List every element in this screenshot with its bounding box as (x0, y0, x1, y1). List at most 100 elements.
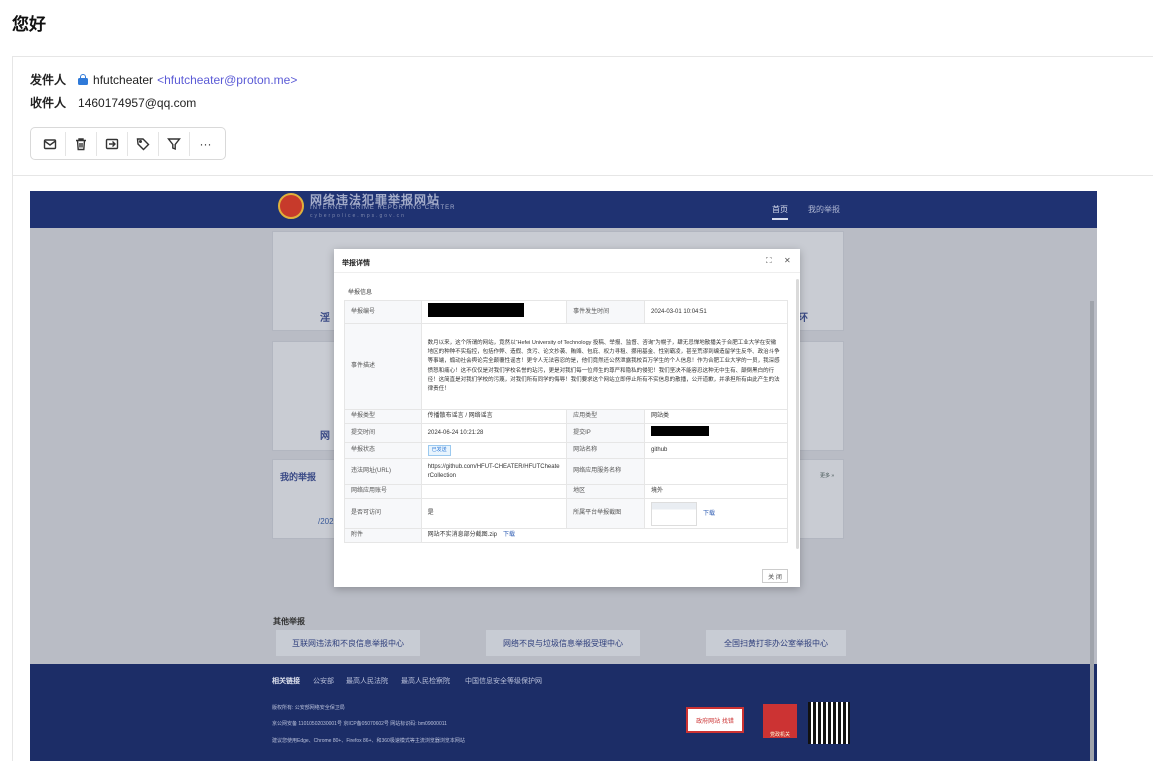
report-no-value (420, 300, 568, 324)
redacted-block (427, 303, 524, 317)
label-platform-screenshot: 所属平台举报截图 (566, 498, 646, 529)
site-domain: cyberpolice.mps.gov.cn (310, 213, 406, 219)
party-badge: 党政机关 (763, 704, 797, 738)
bg-my-reports: 我的举报 (280, 472, 317, 482)
footer-link-1: 公安部 (313, 678, 334, 685)
site-subtitle: INTERNET CRIME REPORTING CENTER (310, 205, 456, 211)
label-report-no: 举报编号 (344, 300, 422, 324)
to-label: 收件人 (30, 96, 67, 110)
region-value: 境外 (644, 484, 788, 499)
label-submit-time: 提交时间 (344, 423, 422, 443)
label-submit-ip: 提交IP (566, 423, 646, 443)
account-value (420, 484, 568, 499)
bg-label-1: 淫 (320, 313, 330, 324)
nav-my-reports: 我的举报 (808, 205, 840, 214)
more-button[interactable]: ··· (190, 132, 221, 156)
footer-browser-note: 建议您使用Edge、Chrome 80+、Firefox 86+、和360极速模… (272, 738, 465, 744)
section-title: 举报信息 (348, 290, 373, 296)
status-badge: 已发送 (427, 445, 451, 456)
table-row: 违法网址(URL) https://github.com/HFUT-CHEATE… (344, 458, 788, 485)
delete-button[interactable] (66, 131, 97, 156)
lock-icon (78, 74, 89, 85)
accessible-value: 是 (420, 498, 568, 529)
submit-ip-value (644, 423, 788, 443)
attachment-name: 网站不实消息部分截图.zip (427, 532, 498, 538)
table-row: 举报状态 已发送 网站名称 github (344, 442, 788, 459)
footer-copyright: 版权所有: 公安部网络安全保卫局 (272, 705, 345, 711)
app-type-value: 网站类 (644, 409, 788, 424)
nav-home: 首页 (772, 204, 788, 220)
table-row: 附件 网站不实消息部分截图.zip 下载 (344, 528, 789, 543)
status-cell: 已发送 (420, 442, 568, 459)
type-value: 传播散布谣言 / 网络谣言 (420, 409, 568, 424)
move-button[interactable] (97, 131, 128, 156)
report-detail-modal: 举报详情 ⛶ ✕ 举报信息 举报编号 事件发生时间 2024-03-01 10:… (334, 249, 800, 587)
sender-address[interactable]: <hfutcheater@proton.me> (157, 73, 297, 87)
site-footer: 相关链接 公安部 最高人民法院 最高人民检察院 中国信息安全等级保护网 版权所有… (30, 664, 1097, 761)
label-type: 举报类型 (344, 409, 422, 424)
label-status: 举报状态 (344, 442, 422, 459)
sender-name[interactable]: hfutcheater (93, 73, 153, 87)
reply-icon (43, 138, 57, 149)
download-link: 下载 (703, 511, 716, 518)
table-row: 事件描述 数月以来，这个所谓的网站，竟然以“Hefei University o… (344, 323, 789, 410)
label-accessible: 是否可访问 (344, 498, 422, 529)
footer-links-title: 相关链接 (272, 678, 300, 685)
footer-link-2: 最高人民法院 (346, 678, 388, 685)
reply-button[interactable] (35, 131, 66, 156)
trash-icon (76, 137, 86, 150)
qr-code-icon (808, 702, 850, 744)
more-icon: ··· (199, 136, 212, 151)
tag-icon (136, 137, 150, 150)
site-header: 网络违法犯罪举报网站 INTERNET CRIME REPORTING CENT… (30, 191, 1097, 228)
email-subject: 您好 (12, 15, 46, 34)
modal-scrollbar (796, 279, 799, 549)
message-toolbar: ··· (30, 127, 226, 160)
gov-error-badge: 政府网站 找错 (686, 707, 744, 733)
table-row: 网络应用账号 地区 境外 (344, 484, 788, 499)
to-row: 收件人 1460174957@qq.com (30, 94, 196, 111)
table-row: 举报类型 传播散布谣言 / 网络谣言 应用类型 网站类 (344, 409, 788, 424)
other-report-2: 网络不良与垃圾信息举报受理中心 (486, 630, 640, 656)
url-value: https://github.com/HFUT-CHEATER/HFUTChea… (420, 458, 568, 485)
table-row: 是否可访问 是 所属平台举报截图 下载 (344, 498, 788, 529)
description-value: 数月以来，这个所谓的网站，竟然以“Hefei University of Tec… (420, 323, 789, 410)
header-divider (13, 175, 1153, 176)
label-url: 违法网址(URL) (344, 458, 422, 485)
page-scrollbar (1090, 301, 1094, 761)
service-name-value (644, 458, 788, 485)
filter-button[interactable] (159, 131, 190, 156)
label-attachment: 附件 (344, 528, 422, 543)
event-time-value: 2024-03-01 10:04:51 (644, 300, 788, 324)
other-report-3: 全国扫黄打非办公室举报中心 (706, 630, 846, 656)
modal-divider (334, 272, 800, 273)
footer-link-3: 最高人民检察院 (401, 678, 450, 685)
bg-more: 更多 » (820, 473, 835, 479)
label-event-time: 事件发生时间 (566, 300, 646, 324)
close-icon: ✕ (784, 256, 791, 265)
embedded-screenshot: 网络违法犯罪举报网站 INTERNET CRIME REPORTING CENT… (30, 191, 1097, 761)
label-service-name: 网络应用服务名称 (566, 458, 646, 485)
bg-link: /202 (318, 517, 334, 526)
site-name-value: github (644, 442, 788, 459)
table-row: 举报编号 事件发生时间 2024-03-01 10:04:51 (344, 300, 788, 324)
label-region: 地区 (566, 484, 646, 499)
other-reports-title: 其他举报 (273, 617, 305, 626)
footer-icp: 京公网安备 11010502030001号 京ICP备05070602号 网站标… (272, 721, 447, 727)
modal-close-button: 关 闭 (762, 569, 788, 583)
footer-link-4: 中国信息安全等级保护网 (465, 678, 542, 685)
label-button[interactable] (128, 131, 159, 156)
label-site-name: 网站名称 (566, 442, 646, 459)
from-row: 发件人 hfutcheater <hfutcheater@proton.me> (30, 71, 297, 88)
redacted-block (651, 426, 710, 436)
other-report-1: 互联网违法和不良信息举报中心 (276, 630, 420, 656)
label-app-type: 应用类型 (566, 409, 646, 424)
from-label: 发件人 (30, 73, 67, 87)
label-account: 网络应用账号 (344, 484, 422, 499)
screenshot-thumbnail (651, 501, 698, 526)
attachment-download-link: 下载 (503, 532, 516, 538)
table-row: 提交时间 2024-06-24 10:21:28 提交IP (344, 423, 788, 443)
attachment-cell: 网站不实消息部分截图.zip 下载 (420, 528, 789, 543)
bg-label-2: 网 (320, 431, 330, 442)
recipient-address[interactable]: 1460174957@qq.com (78, 96, 196, 110)
